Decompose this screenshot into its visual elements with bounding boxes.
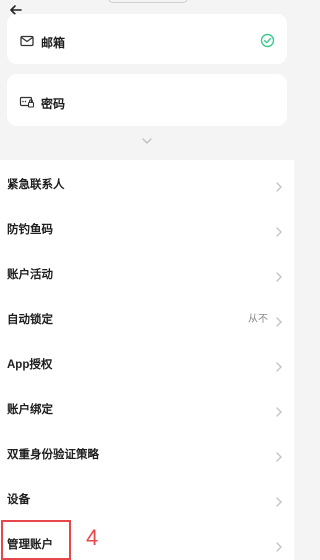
- email-row[interactable]: 邮箱: [7, 14, 287, 64]
- settings-item-anti-phishing-code[interactable]: 防钓鱼码: [0, 205, 294, 250]
- chevron-right-icon: [275, 405, 283, 417]
- chevron-right-icon: [275, 315, 283, 327]
- chevron-right-icon: [275, 270, 283, 282]
- settings-item-label: 账户活动: [7, 269, 53, 281]
- settings-item-auto-lock[interactable]: 自动锁定 从不: [0, 295, 294, 340]
- annotation-step-number: 4: [86, 525, 99, 550]
- mail-icon: [19, 33, 35, 49]
- settings-item-label: 设备: [7, 494, 30, 506]
- settings-item-2fa-policy[interactable]: 双重身份验证策略: [0, 430, 294, 475]
- check-circle-icon: [260, 33, 275, 48]
- chevron-down-icon: [142, 138, 152, 144]
- password-row[interactable]: 密码: [7, 74, 287, 126]
- settings-item-label: App授权: [7, 359, 53, 371]
- settings-item-label: 双重身份验证策略: [7, 449, 99, 461]
- password-key-icon: [19, 94, 35, 110]
- annotation-highlight-box: [1, 520, 71, 560]
- expand-button[interactable]: [140, 133, 154, 144]
- auto-lock-value: 从不: [248, 314, 268, 325]
- settings-item-label: 紧急联系人: [7, 179, 65, 191]
- chevron-right-icon: [275, 225, 283, 237]
- settings-item-label: 自动锁定: [7, 314, 53, 326]
- email-label: 邮箱: [41, 36, 66, 50]
- password-label: 密码: [41, 97, 66, 111]
- top-pill: [108, 0, 188, 3]
- chevron-right-icon: [275, 540, 283, 552]
- chevron-right-icon: [275, 180, 283, 192]
- settings-item-app-authorization[interactable]: App授权: [0, 340, 294, 385]
- settings-list: 紧急联系人 防钓鱼码 账户活动 自动锁定 从不 App授权 账户绑定 双重身份验…: [0, 160, 294, 560]
- chevron-right-icon: [275, 495, 283, 507]
- settings-item-label: 防钓鱼码: [7, 224, 53, 236]
- settings-item-devices[interactable]: 设备: [0, 475, 294, 520]
- settings-item-account-binding[interactable]: 账户绑定: [0, 385, 294, 430]
- settings-item-emergency-contact[interactable]: 紧急联系人: [0, 160, 294, 205]
- settings-item-label: 账户绑定: [7, 404, 53, 416]
- chevron-right-icon: [275, 450, 283, 462]
- settings-item-account-activity[interactable]: 账户活动: [0, 250, 294, 295]
- chevron-right-icon: [275, 360, 283, 372]
